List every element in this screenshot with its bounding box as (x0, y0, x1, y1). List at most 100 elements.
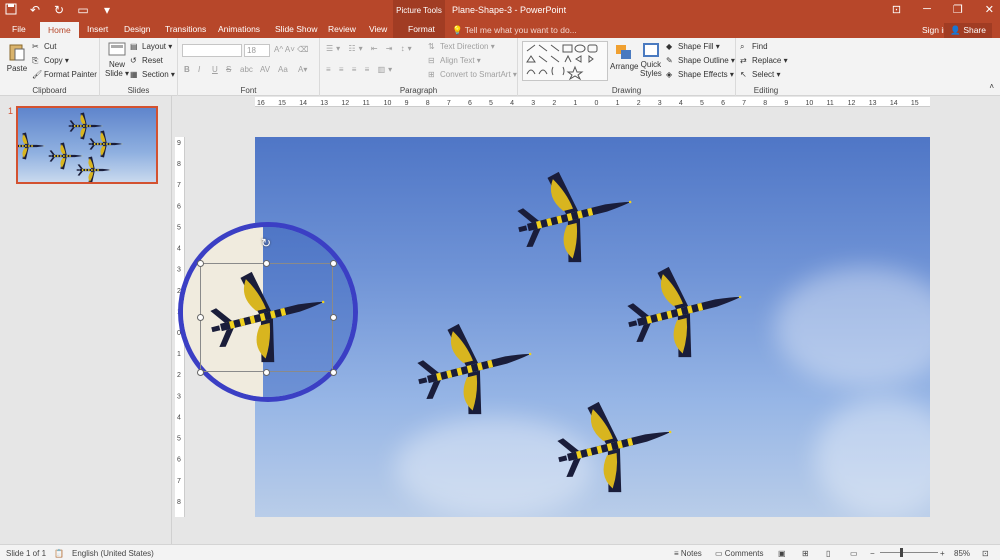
tab-transitions[interactable]: Transitions (165, 24, 206, 34)
normal-view-icon[interactable]: ▣ (778, 549, 786, 558)
italic-button[interactable]: I (198, 65, 200, 74)
zoom-level[interactable]: 85% (954, 549, 970, 558)
shadow-button[interactable]: abc (240, 65, 253, 74)
title-bar: ↶ ↻ ▭ ▾ Picture Tools Plane-Shape-3 - Po… (0, 0, 1000, 22)
font-color-icon[interactable]: A▾ (298, 65, 307, 74)
reset-button[interactable]: ↺ Reset (130, 56, 163, 65)
list-buttons-icon[interactable]: ☰▾ ☷▾ ⇤ ⇥ ↕▾ (326, 44, 415, 53)
horizontal-ruler: 16 15 14 13 12 11 10 9 8 7 6 5 4 3 2 1 0 1 2 3 4 5 6 7 8 9 10 11 12 1… (255, 97, 940, 107)
shape-effects-button[interactable]: ◈ Shape Effects ▾ (666, 70, 734, 79)
ruler-tick-label: 5 (177, 436, 181, 443)
zoom-slider[interactable] (880, 552, 938, 553)
arrange-button[interactable]: Arrange (610, 44, 638, 71)
quick-styles-button[interactable]: Quick Styles (640, 42, 662, 78)
change-case-button[interactable]: Aa (278, 65, 288, 74)
paragraph-group: ☰▾ ☷▾ ⇤ ⇥ ↕▾ ≡ ≡ ≡ ≡ ▥▾ ⇅ Text Direction … (320, 38, 518, 96)
rotate-handle-icon[interactable]: ↻ (261, 236, 271, 250)
resize-handle-tl[interactable] (197, 260, 204, 267)
find-button[interactable]: ⌕ Find (740, 42, 768, 51)
comments-button[interactable]: ▭ Comments (715, 549, 763, 558)
new-slide-button[interactable]: New Slide ▾ (105, 42, 129, 78)
slide-thumbnail[interactable] (10, 106, 158, 184)
fit-slide-icon[interactable]: ⊡ (982, 549, 989, 558)
shape-fill-button[interactable]: ◆ Shape Fill ▾ (666, 42, 720, 51)
ruler-tick-label: 3 (531, 100, 535, 107)
tab-insert[interactable]: Insert (87, 24, 108, 34)
zoom-slider-thumb[interactable] (900, 548, 903, 557)
resize-handle-t[interactable] (263, 260, 270, 267)
resize-handle-l[interactable] (197, 314, 204, 321)
format-painter-button[interactable]: 🖌 Format Painter (32, 70, 97, 79)
resize-handle-br[interactable] (330, 369, 337, 376)
ruler-tick-label: 9 (784, 100, 788, 107)
slide-thumbnails-panel: 1 (0, 96, 172, 544)
tab-file[interactable]: File (12, 24, 26, 34)
slide-sorter-icon[interactable]: ⊞ (802, 549, 809, 558)
tab-design[interactable]: Design (124, 24, 150, 34)
ribbon-display-icon[interactable]: ⊡ (892, 3, 901, 16)
strike-button[interactable]: S (226, 65, 231, 74)
notes-button[interactable]: ≡ Notes (674, 549, 702, 558)
smartart-button[interactable]: ⊞ Convert to SmartArt ▾ (428, 70, 517, 79)
align-buttons-icon[interactable]: ≡ ≡ ≡ ≡ ▥▾ (326, 65, 395, 74)
underline-button[interactable]: U (212, 65, 218, 74)
bold-button[interactable]: B (184, 65, 190, 74)
shapes-gallery[interactable] (522, 41, 608, 81)
shape-outline-button[interactable]: ✎ Shape Outline ▾ (666, 56, 735, 65)
tab-review[interactable]: Review (328, 24, 356, 34)
ruler-tick-label: 12 (848, 100, 856, 107)
ruler-tick-label: 6 (468, 100, 472, 107)
font-group: 18 A^ A˅ ⌫ B I U S abc AV Aa A▾ Font (178, 38, 320, 96)
slide-number: 1 (8, 106, 14, 116)
ruler-tick-label: 6 (177, 457, 181, 464)
paragraph-label: Paragraph (399, 86, 438, 95)
char-spacing-button[interactable]: AV (260, 65, 270, 74)
ruler-tick-label: 11 (362, 100, 369, 107)
close-icon[interactable]: ✕ (985, 3, 994, 16)
grow-font-icon[interactable]: A^ A˅ ⌫ (274, 45, 308, 54)
resize-handle-r[interactable] (330, 314, 337, 321)
paste-icon (9, 44, 25, 61)
tab-home[interactable]: Home (40, 22, 79, 38)
zoom-out-icon[interactable]: − (870, 549, 875, 558)
font-name-box[interactable] (182, 44, 242, 57)
paste-button[interactable]: Paste (6, 42, 28, 76)
collapse-ribbon-icon[interactable]: ˄ (989, 82, 994, 91)
tab-animations[interactable]: Animations (218, 24, 260, 34)
tell-me-search[interactable]: 💡 Tell me what you want to do... (452, 25, 577, 36)
ruler-tick-label: 2 (637, 100, 641, 107)
customize-icon[interactable]: ▾ (100, 3, 114, 18)
layout-button[interactable]: ▤ Layout ▾ (130, 42, 172, 51)
clipboard-group: Paste ✂ Cut ⎘ Copy ▾ 🖌 Format Painter Clipb… (0, 38, 100, 96)
resize-handle-bl[interactable] (197, 369, 204, 376)
copy-button[interactable]: ⎘ Copy ▾ (32, 56, 69, 65)
share-button[interactable]: 👤 Share (944, 23, 992, 38)
present-icon[interactable]: ▭ (76, 3, 90, 18)
minimize-icon[interactable]: ─ (923, 3, 931, 16)
ruler-tick-label: 16 (257, 100, 265, 107)
zoom-in-icon[interactable]: + (940, 549, 945, 558)
font-label: Font (240, 86, 257, 95)
text-direction-button[interactable]: ⇅ Text Direction ▾ (428, 42, 495, 51)
align-text-button[interactable]: ⊟ Align Text ▾ (428, 56, 481, 65)
select-button[interactable]: ↖ Select ▾ (740, 70, 780, 79)
replace-button[interactable]: ⇄ Replace ▾ (740, 56, 788, 65)
undo-icon[interactable]: ↶ (28, 3, 42, 18)
resize-handle-tr[interactable] (330, 260, 337, 267)
spellcheck-icon[interactable]: 📋 (54, 549, 64, 558)
reading-view-icon[interactable]: ▯ (826, 549, 830, 558)
ruler-tick-label: 8 (426, 100, 430, 107)
slideshow-view-icon[interactable]: ▭ (850, 549, 858, 558)
tab-format[interactable]: Format (408, 24, 435, 34)
save-icon[interactable] (4, 3, 18, 18)
redo-icon[interactable]: ↻ (52, 3, 66, 18)
language-status[interactable]: English (United States) (72, 549, 154, 558)
tab-view[interactable]: View (369, 24, 387, 34)
resize-handle-b[interactable] (263, 369, 270, 376)
ruler-tick-label: 5 (489, 100, 493, 107)
tab-slideshow[interactable]: Slide Show (275, 24, 318, 34)
cut-button[interactable]: ✂ Cut (32, 42, 56, 51)
font-size-box[interactable]: 18 (244, 44, 270, 57)
maximize-icon[interactable]: ❐ (953, 3, 963, 16)
section-button[interactable]: ▦ Section ▾ (130, 70, 175, 79)
